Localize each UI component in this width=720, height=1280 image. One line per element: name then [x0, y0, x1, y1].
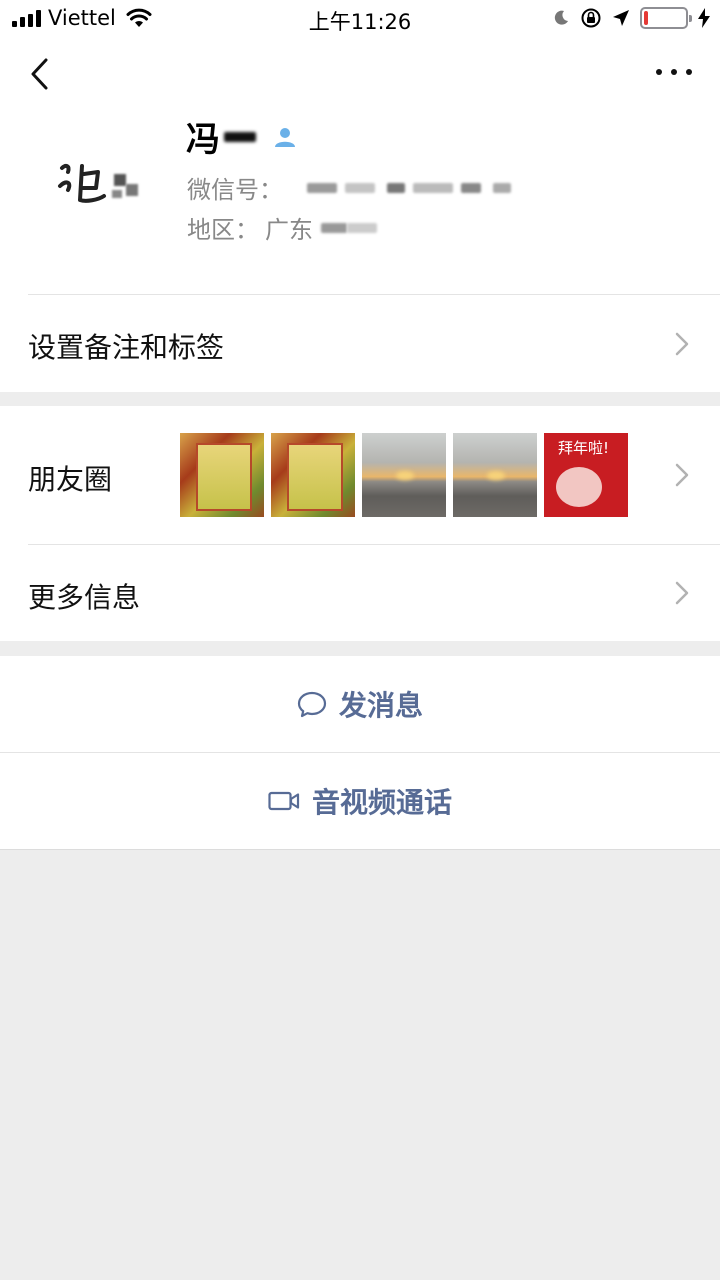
video-call-button[interactable]: 音视频通话	[0, 753, 720, 849]
chevron-right-icon	[675, 581, 689, 605]
send-message-label: 发消息	[338, 689, 423, 722]
send-message-button[interactable]: 发消息	[0, 656, 720, 752]
charging-bolt-icon	[698, 8, 710, 28]
moment-thumbnail	[453, 433, 537, 517]
location-arrow-icon	[613, 10, 629, 26]
more-options-button[interactable]	[656, 66, 692, 78]
details-section: 朋友圈 拜年啦! 更多信息	[0, 406, 720, 641]
moment-thumbnail	[271, 433, 355, 517]
moon-icon	[554, 10, 568, 25]
region-label: 地区：	[187, 216, 259, 244]
video-call-label: 音视频通话	[311, 786, 452, 819]
moments-thumbnails: 拜年啦!	[180, 433, 628, 517]
more-info-row[interactable]: 更多信息	[0, 545, 720, 641]
battery-level	[644, 11, 648, 25]
chevron-right-icon	[675, 332, 689, 356]
profile-header: 冯 微信号： 地区： 广东 设置备注和标签	[0, 40, 720, 392]
wechat-id-label: 微信号：	[187, 176, 283, 204]
remark-tags-label: 设置备注和标签	[28, 331, 225, 364]
moments-label: 朋友圈	[28, 463, 113, 496]
divider	[0, 849, 720, 850]
moment-thumbnail: 拜年啦!	[544, 433, 628, 517]
chat-bubble-icon	[297, 691, 327, 718]
video-camera-icon	[268, 791, 300, 811]
moments-row[interactable]: 朋友圈 拜年啦!	[0, 406, 720, 544]
region-value: 广东	[265, 216, 313, 244]
status-bar: Viettel 上午11:26	[0, 0, 720, 40]
more-info-label: 更多信息	[28, 581, 141, 614]
rotation-lock-icon	[581, 8, 601, 28]
wechat-id-line: 微信号：	[187, 170, 511, 205]
thumbnail-caption: 拜年啦!	[558, 439, 610, 457]
chevron-right-icon	[675, 463, 689, 487]
moment-thumbnail	[362, 433, 446, 517]
moment-thumbnail	[180, 433, 264, 517]
avatar[interactable]	[40, 138, 170, 228]
contact-name: 冯	[186, 112, 298, 161]
contact-person-icon	[275, 127, 295, 147]
back-button[interactable]	[22, 54, 62, 94]
remark-tags-row[interactable]: 设置备注和标签	[0, 295, 720, 392]
region-line: 地区： 广东	[187, 210, 377, 245]
battery-icon	[640, 7, 692, 29]
